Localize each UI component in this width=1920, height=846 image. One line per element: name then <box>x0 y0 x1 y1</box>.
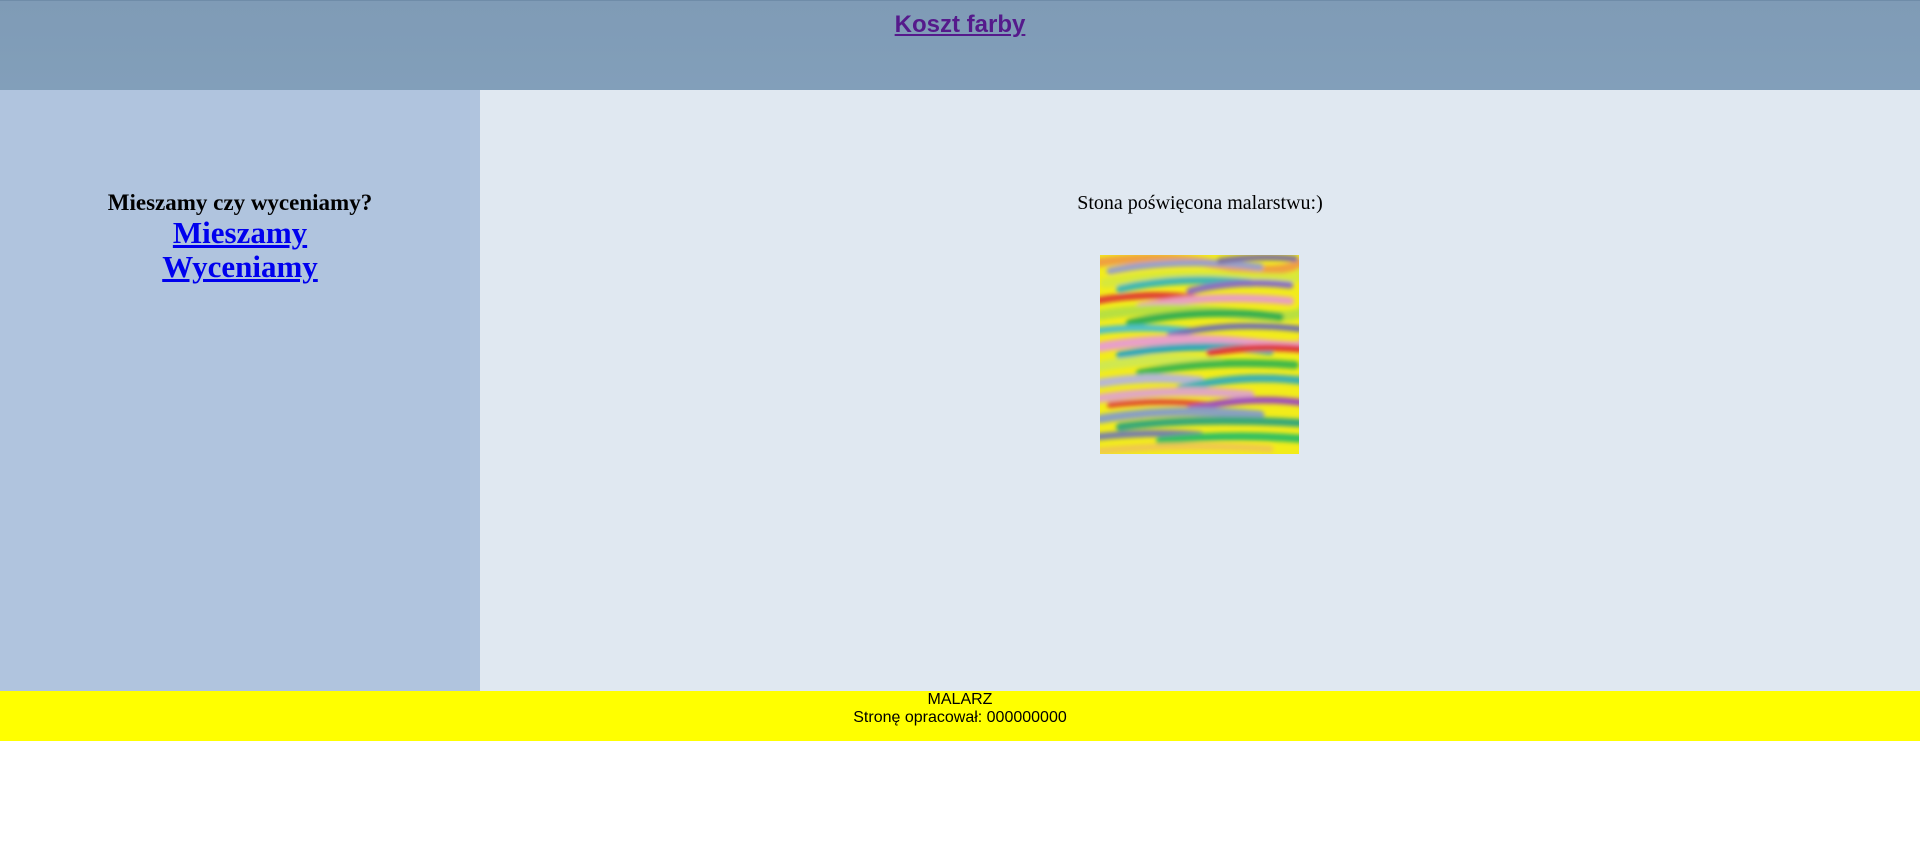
sidebar: Mieszamy czy wyceniamy? Mieszamy Wycenia… <box>0 90 480 691</box>
footer-brand: MALARZ <box>927 691 993 708</box>
page-header: Koszt farby <box>0 0 1920 90</box>
intro-text: Stona poświęcona malarstwu:) <box>1077 192 1323 214</box>
main-content: Stona poświęcona malarstwu:) <box>480 90 1920 691</box>
header-title-link[interactable]: Koszt farby <box>895 11 1026 39</box>
sidebar-heading: Mieszamy czy wyceniamy? <box>107 190 373 215</box>
page-footer: MALARZ Stronę opracował: 000000000 <box>0 691 1920 741</box>
footer-author: Stronę opracował: 000000000 <box>853 709 1067 726</box>
nav-link-wyceniamy[interactable]: Wyceniamy <box>0 250 480 284</box>
abstract-painting-image <box>1100 255 1299 454</box>
nav-link-mieszamy[interactable]: Mieszamy <box>0 216 480 250</box>
